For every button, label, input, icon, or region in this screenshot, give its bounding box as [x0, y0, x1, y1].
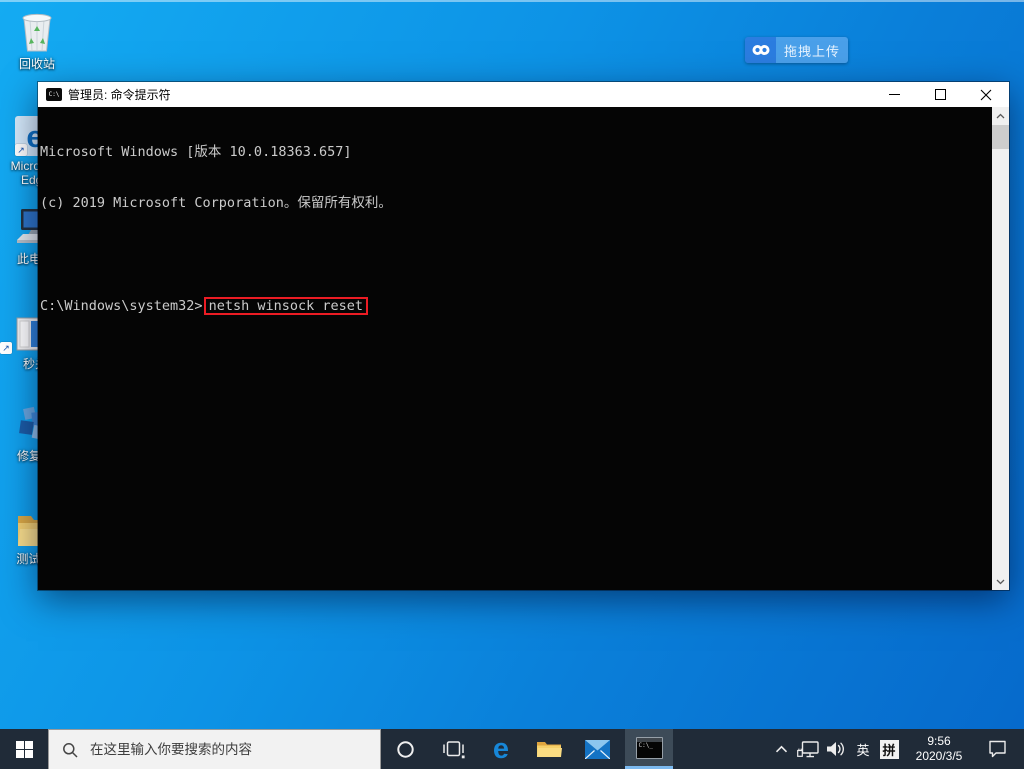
ime-box: 拼	[879, 739, 899, 759]
close-button[interactable]	[963, 82, 1009, 107]
mail-icon	[584, 739, 610, 759]
console-output[interactable]: Microsoft Windows [版本 10.0.18363.657] (c…	[38, 107, 992, 590]
scrollbar-thumb[interactable]	[992, 125, 1009, 149]
drag-upload-widget[interactable]: 拖拽上传	[745, 37, 848, 63]
cmd-taskbar-button[interactable]: C:\_	[625, 729, 673, 769]
console-prompt: C:\Windows\system32>	[40, 298, 203, 314]
ime-indicator[interactable]: 拼	[876, 729, 902, 769]
cortana-ring-icon	[396, 740, 414, 758]
tray-expand-chevron[interactable]	[768, 729, 794, 769]
clock[interactable]: 9:56 2020/3/5	[902, 729, 976, 769]
speaker-icon	[827, 742, 844, 756]
drag-upload-button[interactable]: 拖拽上传	[776, 37, 848, 63]
volume-status[interactable]	[822, 729, 850, 769]
language-indicator[interactable]: 英	[850, 729, 876, 769]
system-tray: 英 拼 9:56 2020/3/5	[768, 729, 1024, 769]
shortcut-arrow-icon: ↗	[15, 144, 27, 156]
scroll-down-icon[interactable]	[992, 573, 1009, 590]
clock-date: 2020/3/5	[915, 749, 963, 763]
console-line-version: Microsoft Windows [版本 10.0.18363.657]	[40, 144, 352, 160]
cmd-icon: C:\_	[635, 736, 663, 759]
windows-logo-icon	[15, 740, 33, 758]
cmd-titlebar[interactable]: C:\ 管理员: 命令提示符	[38, 82, 1009, 107]
cmd-app-icon: C:\	[46, 88, 62, 101]
search-icon	[63, 742, 78, 758]
network-ethernet-icon	[797, 740, 819, 757]
cortana-button[interactable]	[381, 729, 429, 769]
action-center-button[interactable]	[976, 729, 1018, 769]
desktop-top-highlight	[0, 0, 1024, 2]
task-view-button[interactable]	[429, 729, 477, 769]
start-button[interactable]	[0, 729, 48, 769]
folder-icon	[537, 742, 562, 757]
maximize-button[interactable]	[917, 82, 963, 107]
taskbar: e C:\_	[0, 729, 1024, 769]
console-prompt-line: C:\Windows\system32> netsh winsock reset	[40, 297, 992, 315]
recycle-bin-label: 回收站	[18, 57, 55, 71]
network-status[interactable]	[794, 729, 822, 769]
shortcut-arrow-icon: ↗	[0, 342, 12, 354]
taskbar-search[interactable]	[48, 729, 381, 769]
scroll-up-icon[interactable]	[992, 107, 1009, 124]
action-center-icon	[988, 740, 1006, 758]
edge-icon: e	[492, 732, 510, 765]
mail-button[interactable]	[573, 729, 621, 769]
window-title: 管理员: 命令提示符	[68, 88, 171, 102]
highlighted-command: netsh winsock reset	[203, 297, 368, 315]
clock-time: 9:56	[927, 734, 951, 748]
search-input[interactable]	[88, 741, 342, 758]
edge-taskbar-button[interactable]: e	[477, 729, 525, 769]
console-scrollbar[interactable]	[992, 107, 1009, 590]
desktop-icon-recycle-bin[interactable]: 回收站	[2, 8, 72, 71]
task-view-icon	[442, 740, 465, 758]
chevron-up-icon	[775, 745, 787, 753]
netdisk-cloud-icon	[745, 37, 776, 63]
console-line-copyright: (c) 2019 Microsoft Corporation。保留所有权利。	[40, 195, 392, 211]
minimize-button[interactable]	[871, 82, 917, 107]
recycle-bin-icon	[2, 8, 72, 54]
file-explorer-button[interactable]	[525, 729, 573, 769]
cmd-window: C:\ 管理员: 命令提示符 Microsoft Windows [版本 10.…	[38, 82, 1009, 590]
